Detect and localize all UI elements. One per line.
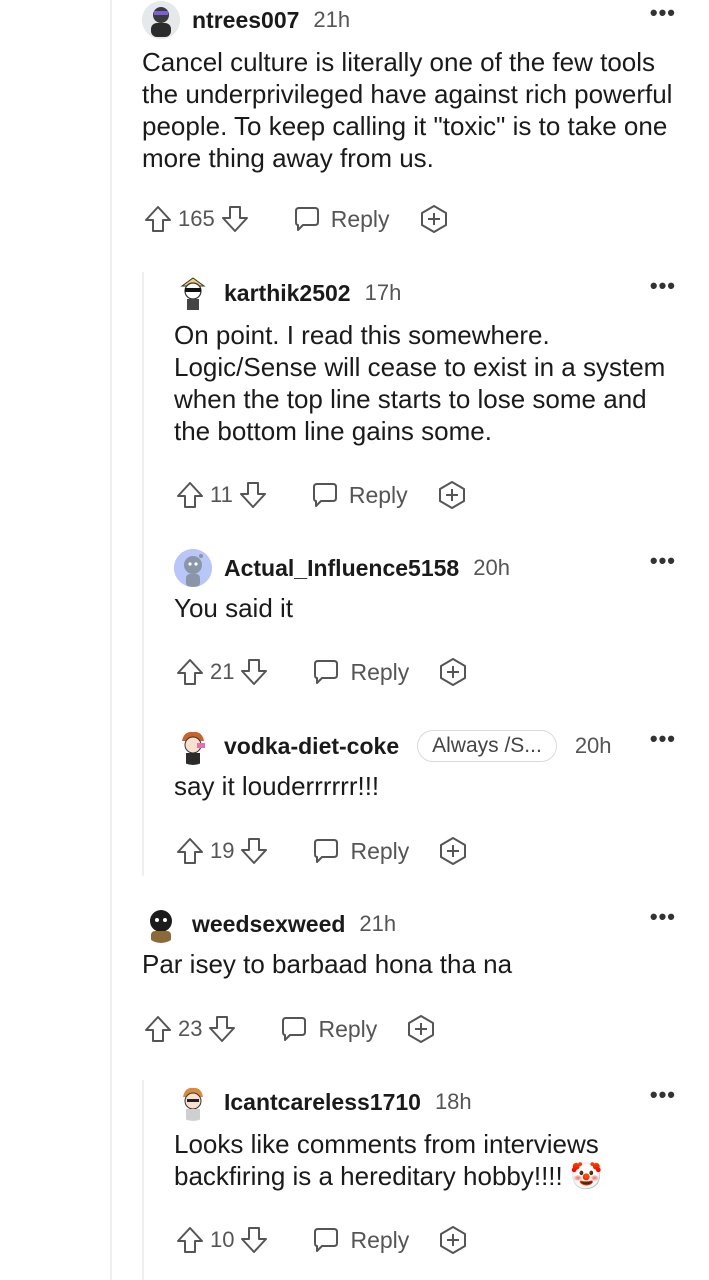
comment-body: Par isey to barbaad hona tha na	[142, 949, 513, 979]
vote-count: 11	[210, 482, 233, 507]
vote-count: 165	[178, 206, 215, 231]
comment-header: karthik2502 17h •••	[174, 273, 676, 313]
username[interactable]: karthik2502	[224, 280, 351, 307]
reply-label: Reply	[348, 481, 408, 508]
comment-actions: 19 Reply	[174, 829, 469, 873]
vote-count: 10	[210, 1227, 235, 1252]
comment-body: On point. I read this somewhere. Logic/S…	[174, 320, 666, 446]
reply-thread-line	[142, 1080, 144, 1280]
timestamp: 21h	[359, 911, 397, 936]
reply-label: Reply	[350, 1226, 410, 1253]
comment-actions: 165 Reply	[142, 197, 450, 241]
user-flair: Always /S...	[417, 730, 557, 762]
downvote-arrow-icon[interactable]	[237, 479, 269, 511]
comment-actions: 10 Reply	[174, 1218, 469, 1262]
timestamp: 17h	[364, 280, 402, 305]
comment-header: Actual_Influence5158 20h •••	[174, 548, 676, 588]
timestamp: 20h	[473, 555, 510, 580]
comment-header: ntrees007 21h •••	[142, 0, 676, 40]
comment-header: weedsexweed 21h •••	[142, 904, 676, 944]
comment-header: vodka-diet-coke Always /S... 20h •••	[174, 726, 676, 766]
username[interactable]: ntrees007	[192, 7, 299, 34]
reply-label: Reply	[350, 837, 410, 864]
comment: karthik2502 17h ••• On point. I read thi…	[174, 273, 676, 509]
username[interactable]: vodka-diet-coke	[224, 733, 399, 760]
more-options-icon[interactable]: •••	[650, 550, 676, 572]
timestamp: 20h	[574, 733, 612, 758]
upvote-arrow-icon[interactable]	[142, 1013, 174, 1045]
more-options-icon[interactable]: •••	[650, 728, 676, 750]
comment: Icantcareless1710 18h ••• Looks like com…	[174, 1082, 676, 1254]
award-plus-icon[interactable]	[437, 835, 469, 867]
reply-label: Reply	[330, 205, 390, 232]
downvote-arrow-icon[interactable]	[238, 1224, 270, 1256]
avatar[interactable]	[142, 905, 180, 943]
upvote-arrow-icon[interactable]	[142, 203, 174, 235]
comment-body: You said it	[174, 593, 294, 623]
reply-button[interactable]: Reply	[278, 1013, 377, 1045]
comment-body: say it louderrrrrr!!!	[174, 771, 380, 801]
downvote-arrow-icon[interactable]	[206, 1013, 238, 1045]
username[interactable]: weedsexweed	[192, 911, 345, 938]
username[interactable]: Actual_Influence5158	[224, 555, 459, 582]
avatar[interactable]	[174, 549, 212, 587]
award-plus-icon[interactable]	[418, 203, 450, 235]
speech-bubble-icon	[314, 1228, 339, 1252]
upvote-arrow-icon[interactable]	[174, 1224, 206, 1256]
reply-button[interactable]: Reply	[309, 479, 408, 511]
username[interactable]: Icantcareless1710	[224, 1089, 421, 1116]
reply-button[interactable]: Reply	[310, 1224, 409, 1256]
more-options-icon[interactable]: •••	[650, 2, 676, 24]
comment-actions: 21 Reply	[174, 650, 469, 694]
award-plus-icon[interactable]	[437, 656, 469, 688]
comment-body: Cancel culture is literally one of the f…	[142, 47, 673, 173]
timestamp: 21h	[313, 7, 351, 32]
comment: ntrees007 21h ••• Cancel culture is lite…	[142, 0, 676, 233]
speech-bubble-icon	[282, 1017, 307, 1041]
downvote-arrow-icon[interactable]	[238, 835, 270, 867]
award-plus-icon[interactable]	[405, 1013, 437, 1045]
award-plus-icon[interactable]	[436, 479, 468, 511]
more-options-icon[interactable]: •••	[650, 906, 676, 928]
comment: Actual_Influence5158 20h ••• You said it…	[174, 548, 676, 686]
reply-button[interactable]: Reply	[310, 835, 409, 867]
comment-actions: 23 Reply	[142, 1007, 437, 1051]
reply-label: Reply	[318, 1015, 378, 1042]
comment-actions: 11 Reply	[174, 473, 468, 517]
downvote-arrow-icon[interactable]	[238, 656, 270, 688]
reply-button[interactable]: Reply	[310, 656, 409, 688]
avatar[interactable]	[174, 727, 212, 765]
comment-body: Looks like comments from interviews back…	[174, 1129, 603, 1191]
vote-count: 23	[178, 1016, 203, 1041]
timestamp: 18h	[434, 1089, 472, 1114]
comment-header: Icantcareless1710 18h •••	[174, 1082, 676, 1122]
avatar[interactable]	[174, 274, 212, 312]
award-plus-icon[interactable]	[437, 1224, 469, 1256]
reply-thread-line	[142, 272, 144, 876]
avatar[interactable]	[142, 1, 180, 39]
reply-button[interactable]: Reply	[291, 203, 390, 235]
comment: vodka-diet-coke Always /S... 20h ••• say…	[174, 726, 676, 865]
vote-count: 19	[210, 838, 235, 863]
thread-line	[110, 0, 112, 1280]
reply-label: Reply	[350, 658, 410, 685]
speech-bubble-icon	[314, 839, 339, 863]
upvote-arrow-icon[interactable]	[174, 656, 206, 688]
speech-bubble-icon	[314, 660, 339, 684]
upvote-arrow-icon[interactable]	[174, 479, 206, 511]
vote-count: 21	[210, 659, 235, 684]
comment: weedsexweed 21h ••• Par isey to barbaad …	[142, 904, 676, 1043]
speech-bubble-icon	[312, 483, 337, 507]
speech-bubble-icon	[294, 207, 319, 231]
more-options-icon[interactable]: •••	[650, 1084, 676, 1106]
more-options-icon[interactable]: •••	[650, 275, 676, 297]
upvote-arrow-icon[interactable]	[174, 835, 206, 867]
avatar[interactable]	[174, 1083, 212, 1121]
downvote-arrow-icon[interactable]	[219, 203, 251, 235]
